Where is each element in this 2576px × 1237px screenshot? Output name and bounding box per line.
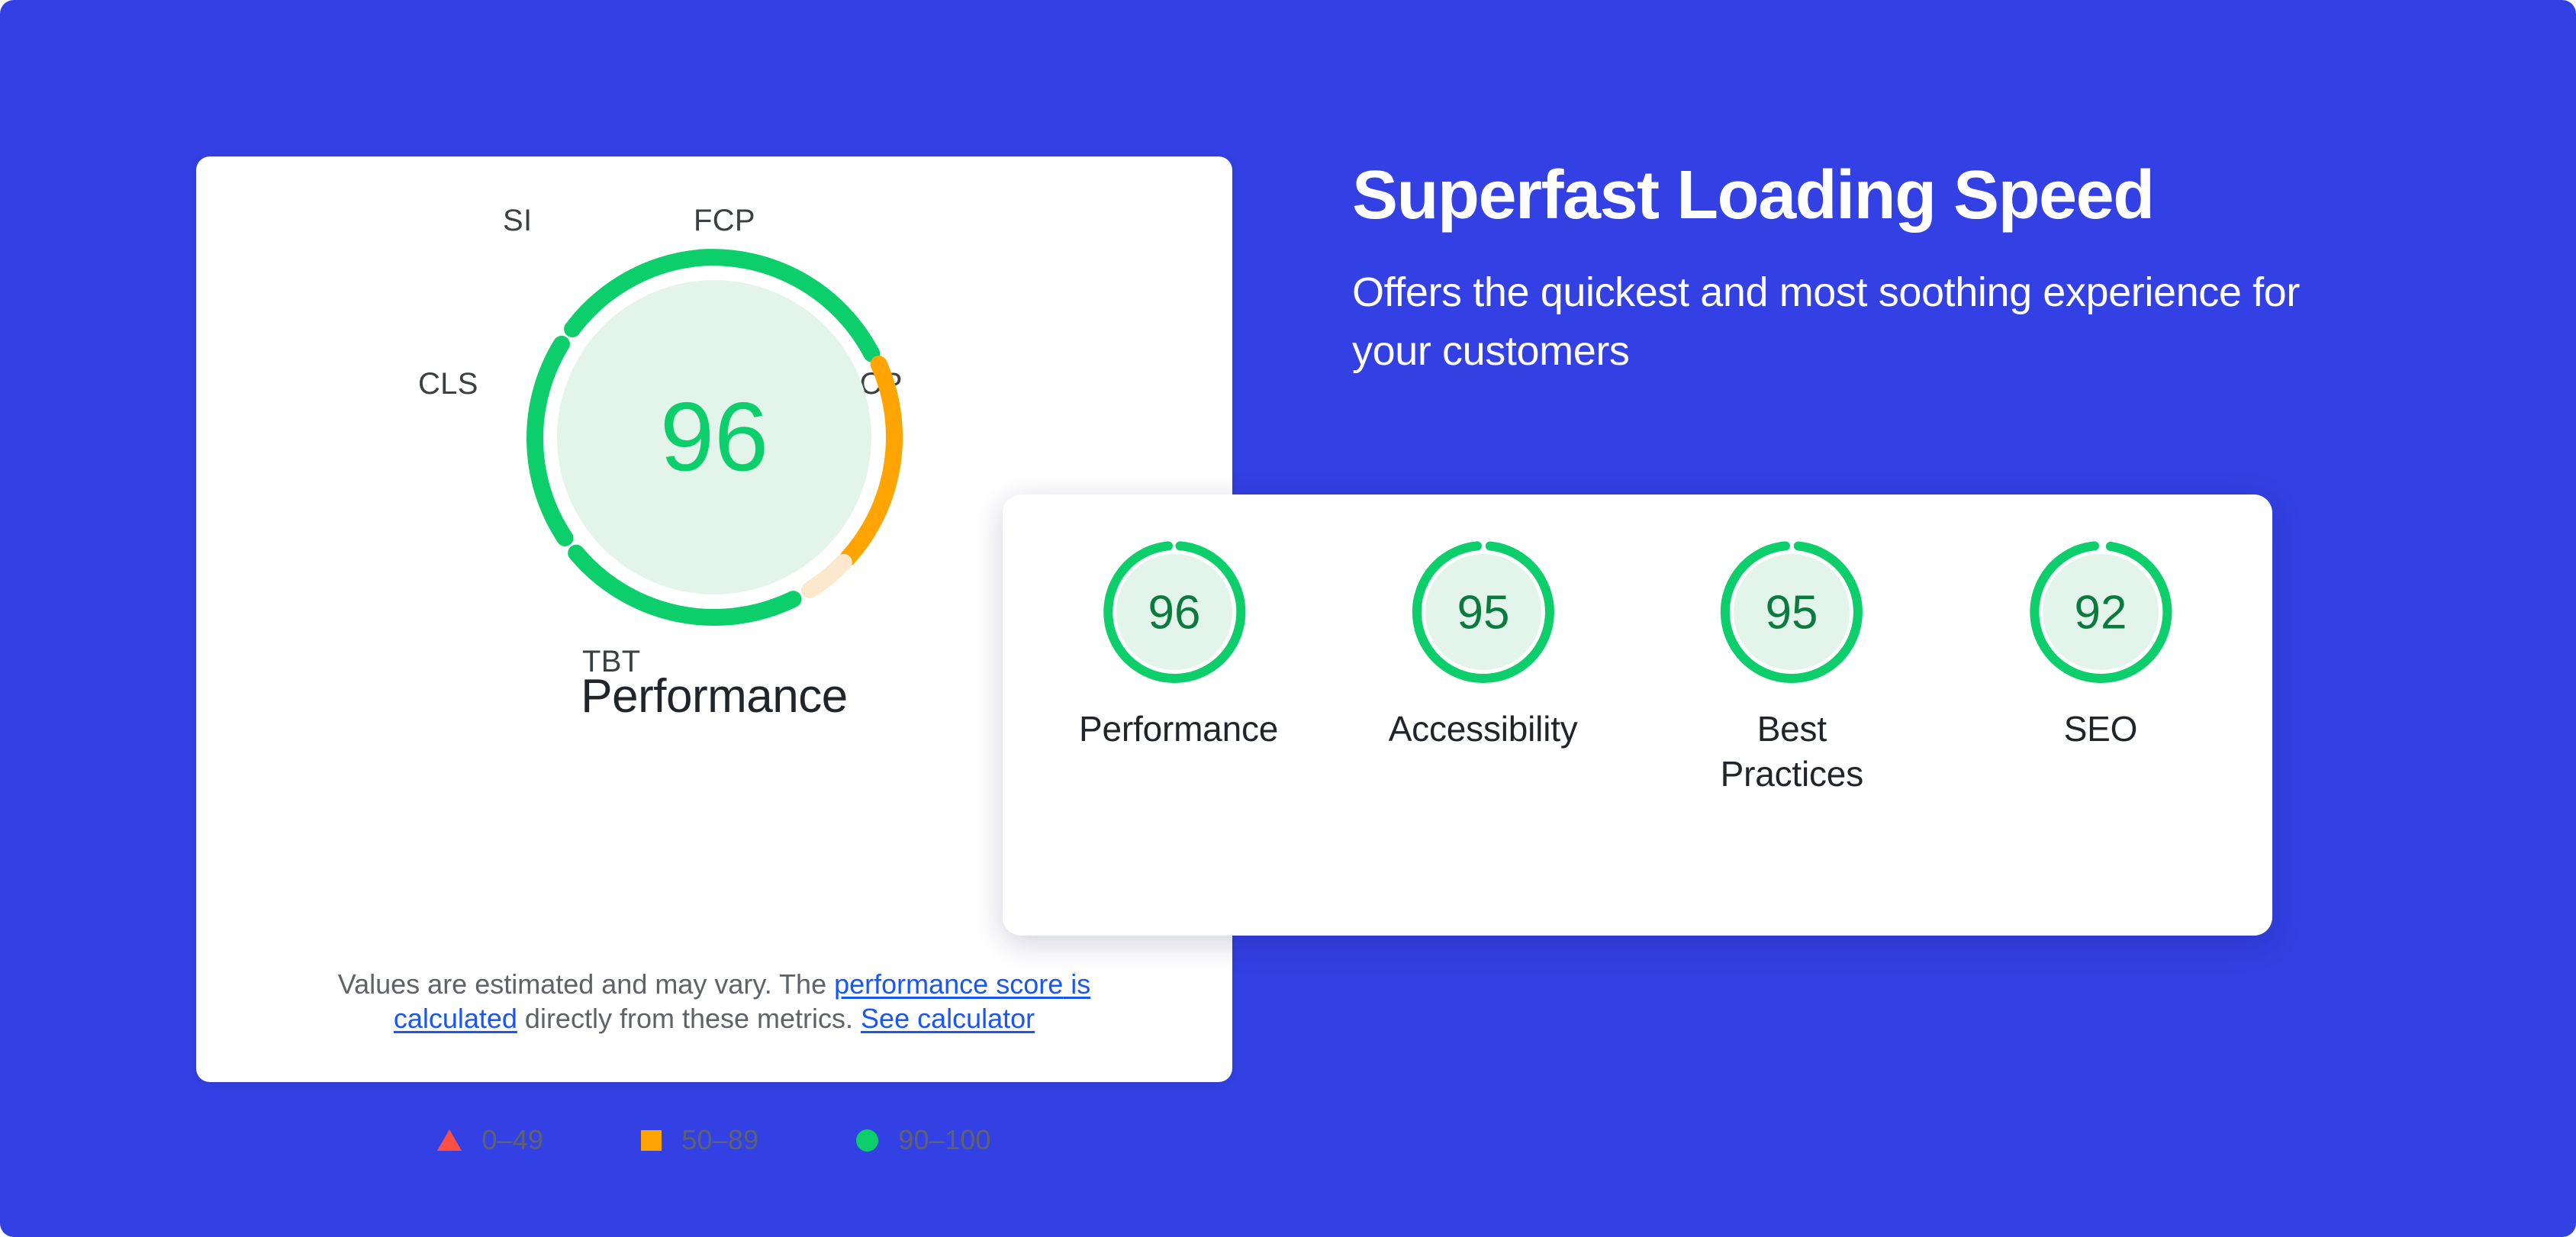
gauge-score-value: 96 xyxy=(660,383,768,492)
score-gauge-seo-icon: 92 xyxy=(2030,541,2172,683)
score-item-best-practices: 95 Best Practices xyxy=(1666,536,1918,797)
legend-item-poor: 0–49 xyxy=(437,1124,543,1156)
score-item-seo: 92 SEO xyxy=(1975,536,2227,752)
score-label-seo: SEO xyxy=(2063,709,2138,749)
score-gauge-best-practices-icon: 95 xyxy=(1721,541,1863,683)
performance-gauge-icon: 96 xyxy=(526,249,903,626)
metric-label-fcp: FCP xyxy=(694,204,755,237)
score-value-seo: 92 xyxy=(2074,587,2127,639)
score-item-accessibility: 95 Accessibility xyxy=(1357,536,1609,752)
metric-label-cls: CLS xyxy=(418,367,478,401)
screenshot-root: SI FCP LCP TBT CLS 96 Performance Values… xyxy=(0,0,2576,1237)
legend-range-poor: 0–49 xyxy=(481,1124,544,1155)
legend-item-average: 50–89 xyxy=(641,1124,758,1156)
see-calculator-link[interactable]: See calculator xyxy=(861,1003,1035,1034)
hero-text-block: Superfast Loading Speed Offers the quick… xyxy=(1352,157,2497,381)
triangle-icon xyxy=(437,1129,462,1151)
gauge-title: Performance xyxy=(581,670,848,723)
score-value-accessibility: 95 xyxy=(1457,587,1509,639)
hero-subtitle: Offers the quickest and most soothing ex… xyxy=(1352,269,2300,374)
category-scores-row: 96 Performance 95 Accessibility 95 Best … xyxy=(1048,536,2227,797)
legend-range-average: 50–89 xyxy=(681,1124,759,1155)
disclaimer-text-2: directly from these metrics. xyxy=(517,1003,861,1035)
score-gauge-accessibility-icon: 95 xyxy=(1412,541,1554,683)
score-label-best-practices: Best Practices xyxy=(1720,709,1864,794)
score-label-accessibility: Accessibility xyxy=(1388,709,1578,749)
metric-label-si: SI xyxy=(503,204,533,237)
main-gauge-block: SI FCP LCP TBT CLS 96 Performance xyxy=(417,204,1012,738)
score-value-best-practices: 95 xyxy=(1766,587,1818,639)
gauge-segment-lcp-tail xyxy=(801,553,852,599)
disclaimer-text-1: Values are estimated and may vary. The xyxy=(337,968,835,1000)
score-value-performance: 96 xyxy=(1148,587,1201,639)
score-label-performance: Performance xyxy=(1079,709,1279,749)
category-scores-card: 96 Performance 95 Accessibility 95 Best … xyxy=(1003,494,2272,936)
performance-score-link[interactable]: performance score xyxy=(834,968,1063,1000)
score-item-performance: 96 Performance xyxy=(1048,536,1300,752)
score-legend: 0–49 50–89 90–100 xyxy=(264,1124,1164,1156)
gauge-disclaimer: Values are estimated and may vary. The p… xyxy=(275,967,1153,1036)
square-icon xyxy=(641,1129,662,1151)
legend-item-good: 90–100 xyxy=(856,1124,990,1156)
hero-title: Superfast Loading Speed xyxy=(1352,157,2155,234)
legend-range-good: 90–100 xyxy=(898,1124,991,1155)
score-gauge-performance-icon: 96 xyxy=(1103,541,1246,683)
circle-icon xyxy=(856,1129,879,1152)
